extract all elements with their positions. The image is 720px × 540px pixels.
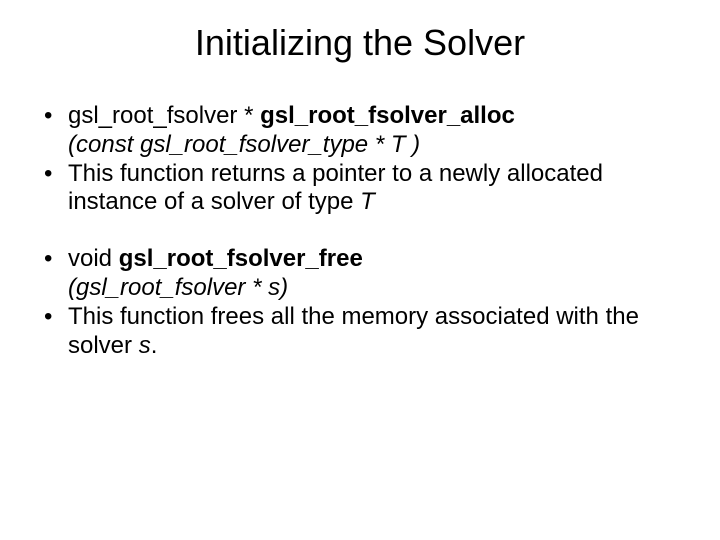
slide-body: • gsl_root_fsolver * gsl_root_fsolver_al… — [38, 102, 682, 360]
spacer — [38, 217, 682, 245]
function-signature: (gsl_root_fsolver * s) — [68, 274, 288, 301]
param-name: s — [139, 332, 151, 359]
bullet-1: • gsl_root_fsolver * gsl_root_fsolver_al… — [38, 102, 682, 160]
function-name: gsl_root_fsolver_alloc — [260, 102, 515, 129]
description-text: This function returns a pointer to a new… — [68, 160, 603, 216]
bullet-dot: • — [38, 160, 68, 218]
return-type: gsl_root_fsolver * — [68, 102, 260, 129]
bullet-4: • This function frees all the memory ass… — [38, 303, 682, 361]
bullet-text: This function frees all the memory assoc… — [68, 303, 682, 361]
param-name: T — [360, 188, 375, 215]
bullet-3: • void gsl_root_fsolver_free (gsl_root_f… — [38, 245, 682, 303]
bullet-text: This function returns a pointer to a new… — [68, 160, 682, 218]
bullet-text: gsl_root_fsolver * gsl_root_fsolver_allo… — [68, 102, 682, 160]
bullet-2: • This function returns a pointer to a n… — [38, 160, 682, 218]
slide-title: Initializing the Solver — [38, 22, 682, 64]
function-name: gsl_root_fsolver_free — [119, 245, 363, 272]
return-type: void — [68, 245, 119, 272]
function-signature: (const gsl_root_fsolver_type * T ) — [68, 131, 420, 158]
bullet-text: void gsl_root_fsolver_free (gsl_root_fso… — [68, 245, 682, 303]
description-tail: . — [151, 332, 158, 359]
bullet-dot: • — [38, 245, 68, 303]
bullet-dot: • — [38, 303, 68, 361]
bullet-dot: • — [38, 102, 68, 160]
